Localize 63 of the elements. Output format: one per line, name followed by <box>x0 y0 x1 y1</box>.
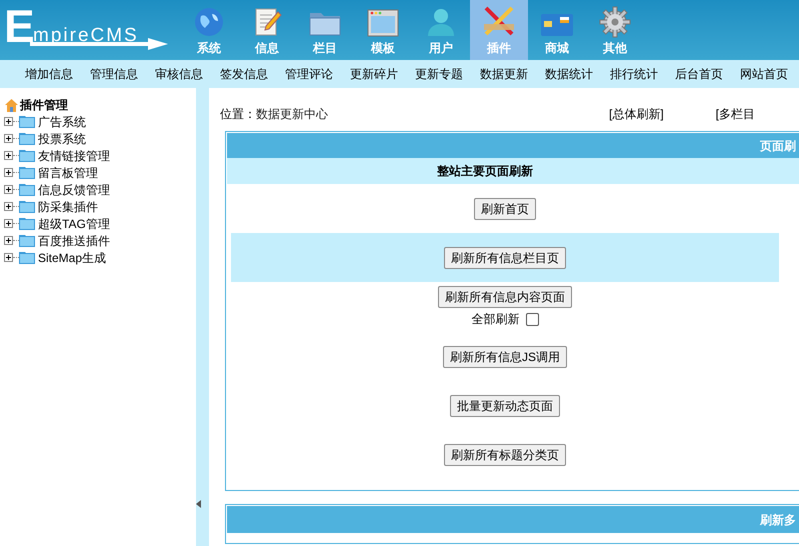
globe-icon <box>193 6 225 38</box>
folder-icon <box>19 251 35 264</box>
user-icon <box>425 6 457 38</box>
panel-subheader: 整站主要页面刷新 <box>227 158 799 184</box>
expand-icon[interactable] <box>4 151 13 160</box>
tree-item[interactable]: 防采集插件 <box>4 198 196 215</box>
logo: EmpireCMS <box>0 0 180 60</box>
menu-link[interactable]: 数据更新 <box>480 65 528 83</box>
card-icon <box>540 12 574 38</box>
panel-header: 刷新多 <box>227 506 799 533</box>
expand-icon[interactable] <box>4 219 13 228</box>
house-icon <box>4 98 19 112</box>
refresh-button[interactable]: 刷新所有信息JS调用 <box>442 346 567 368</box>
menu-link[interactable]: 增加信息 <box>25 65 73 83</box>
refresh-button[interactable]: 刷新首页 <box>474 198 536 220</box>
menu-link[interactable]: 网站首页 <box>740 65 788 83</box>
menu-link[interactable]: 后台首页 <box>675 65 723 83</box>
folder-icon <box>19 115 35 128</box>
panel-header: 页面刷 <box>227 133 799 158</box>
expand-icon[interactable] <box>4 168 13 177</box>
refresh-button[interactable]: 刷新所有信息内容页面 <box>438 286 572 308</box>
top-link[interactable]: [总体刷新] <box>609 105 664 123</box>
folder-icon <box>19 166 35 179</box>
refresh-button[interactable]: 批量更新动态页面 <box>450 394 560 416</box>
menu-link[interactable]: 管理信息 <box>90 65 138 83</box>
window-icon <box>367 8 399 38</box>
expand-icon[interactable] <box>4 134 13 143</box>
tools-icon <box>482 4 516 38</box>
expand-icon[interactable] <box>4 117 13 126</box>
menu-link[interactable]: 更新专题 <box>415 65 463 83</box>
tree-item[interactable]: 友情链接管理 <box>4 147 196 164</box>
checkbox[interactable] <box>526 312 538 326</box>
folder-icon <box>19 132 35 145</box>
expand-icon[interactable] <box>4 185 13 194</box>
menu-link[interactable]: 管理评论 <box>285 65 333 83</box>
refresh-button[interactable]: 刷新所有标题分类页 <box>444 444 566 466</box>
expand-icon[interactable] <box>4 202 13 211</box>
folder-icon <box>19 200 35 213</box>
expand-icon[interactable] <box>4 236 13 245</box>
folder-icon <box>19 149 35 162</box>
menu-link[interactable]: 更新碎片 <box>350 65 398 83</box>
tree-item[interactable]: 信息反馈管理 <box>4 181 196 198</box>
location-link[interactable]: 数据更新中心 <box>256 105 328 123</box>
tree-item[interactable]: 投票系统 <box>4 130 196 147</box>
top-link[interactable]: [多栏目 <box>716 105 756 123</box>
folder-icon <box>19 234 35 247</box>
option-label: 全部刷新 <box>472 311 520 328</box>
refresh-button[interactable]: 刷新所有信息栏目页 <box>444 246 566 268</box>
tree-item[interactable]: 广告系统 <box>4 113 196 130</box>
menu-link[interactable]: 审核信息 <box>155 65 203 83</box>
location-label: 位置： <box>220 106 256 123</box>
sidebar-title: 插件管理 <box>20 97 68 114</box>
collapse-arrow-icon[interactable] <box>196 500 202 508</box>
folder-icon <box>19 217 35 230</box>
expand-icon[interactable] <box>4 253 13 262</box>
folder-icon <box>19 183 35 196</box>
menu-link[interactable]: 签发信息 <box>220 65 268 83</box>
menu-link[interactable]: 排行统计 <box>610 65 658 83</box>
tree-item[interactable]: 留言板管理 <box>4 164 196 181</box>
tree-item[interactable]: SiteMap生成 <box>4 249 196 266</box>
tree-item[interactable]: 超级TAG管理 <box>4 215 196 232</box>
menu-link[interactable]: 数据统计 <box>545 65 593 83</box>
tree-item[interactable]: 百度推送插件 <box>4 232 196 249</box>
